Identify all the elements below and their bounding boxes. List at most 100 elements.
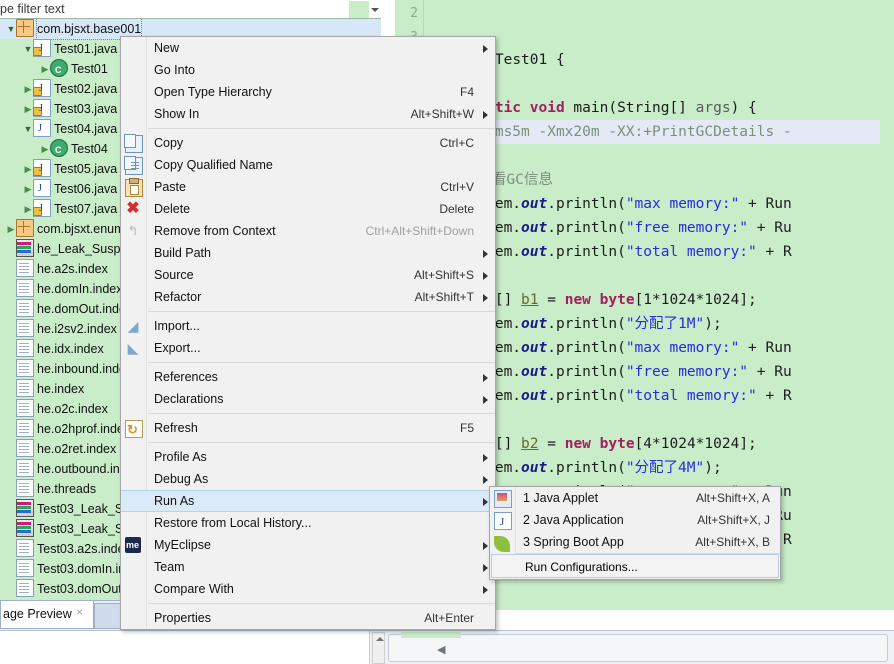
tree-item-label: he.idx.index [37, 342, 104, 356]
tree-expand-arrow-icon[interactable] [23, 159, 33, 179]
menu-separator [148, 362, 495, 363]
tree-item-label: he.o2hprof.index [37, 422, 131, 436]
tree-expand-arrow-icon[interactable] [23, 119, 33, 139]
submenu-arrow-icon [483, 498, 488, 506]
paste-icon [125, 178, 143, 197]
run-configurations-section: Run Configurations... [490, 553, 780, 578]
bottom-panel: ◀ [0, 630, 894, 664]
menu-item-label: 2 Java Application [523, 513, 624, 527]
menu-item-new[interactable]: New [121, 37, 495, 59]
menu-item-label: Refactor [154, 290, 202, 304]
menu-item-label: Go Into [154, 63, 195, 77]
bottom-left-pane [0, 631, 370, 664]
menu-item-import[interactable]: Import... [121, 315, 495, 337]
submenu-arrow-icon [483, 564, 488, 572]
menu-item-debug-as[interactable]: Debug As [121, 468, 495, 490]
tree-expand-arrow-icon[interactable] [23, 179, 33, 199]
run-as-submenu-item-list: 1 Java Applet Alt+Shift+X, A 2 Java Applic… [490, 487, 780, 553]
close-icon[interactable]: × [76, 606, 87, 618]
java-icon [33, 119, 51, 139]
java-warning-icon [33, 99, 51, 119]
menu-item-run-configurations[interactable]: Run Configurations... [491, 554, 779, 578]
menu-item-restore-from-local-history[interactable]: Restore from Local History... [121, 512, 495, 534]
menu-item-copy[interactable]: Copy Ctrl+C [121, 132, 495, 154]
tree-expand-arrow-icon[interactable] [6, 219, 16, 239]
tree-expand-arrow-icon[interactable] [40, 59, 50, 79]
tree-expand-arrow-icon[interactable] [23, 199, 33, 219]
submenu-arrow-icon [483, 396, 488, 404]
menu-item-label: Team [154, 560, 185, 574]
file-icon [16, 579, 34, 597]
java-warning-icon [33, 199, 51, 219]
menu-item-2-java-application[interactable]: 2 Java Application Alt+Shift+X, J [490, 509, 780, 533]
menu-item-references[interactable]: References [121, 366, 495, 388]
file-icon [16, 539, 34, 557]
menu-item-run-as[interactable]: Run As [121, 490, 495, 512]
menu-item-copy-qualified-name[interactable]: Copy Qualified Name [121, 154, 495, 176]
file-icon [16, 359, 34, 377]
menu-item-refresh[interactable]: Refresh F5 [121, 417, 495, 441]
menu-item-go-into[interactable]: Go Into [121, 59, 495, 81]
bottom-scroll-up-arrow-icon[interactable] [372, 632, 385, 664]
menu-item-label: Export... [154, 341, 201, 355]
spring-boot-icon [494, 536, 510, 552]
menu-item-shortcut: F4 [459, 85, 474, 99]
bottom-right-pane: ◀ [388, 632, 888, 662]
menu-item-label: Debug As [154, 472, 209, 486]
tab-label: age Preview [3, 607, 72, 621]
submenu-arrow-icon [483, 586, 488, 594]
submenu-arrow-icon [483, 476, 488, 484]
menu-item-3-spring-boot-app[interactable]: 3 Spring Boot App Alt+Shift+X, B [490, 531, 780, 553]
menu-item-label: Paste [154, 180, 186, 194]
menu-item-source[interactable]: Source Alt+Shift+S [121, 264, 495, 286]
menu-separator [148, 603, 495, 604]
tree-item-label: he.threads [37, 482, 97, 496]
menu-item-label: Declarations [154, 392, 224, 406]
menu-item-profile-as[interactable]: Profile As [121, 446, 495, 468]
menu-item-label: Delete [154, 202, 191, 216]
menu-item-export[interactable]: Export... [121, 337, 495, 359]
menu-item-properties[interactable]: Properties Alt+Enter [121, 607, 495, 629]
tree-expand-arrow-icon[interactable] [23, 99, 33, 119]
menu-item-label: Run As [154, 494, 195, 508]
tree-expand-arrow-icon[interactable] [6, 19, 16, 39]
menu-item-show-in[interactable]: Show In Alt+Shift+W [121, 103, 495, 125]
menu-item-build-path[interactable]: Build Path [121, 242, 495, 264]
menu-item-delete[interactable]: Delete Delete [121, 198, 495, 220]
tree-expand-arrow-icon[interactable] [23, 39, 33, 59]
menu-separator [148, 311, 495, 312]
menu-item-refactor[interactable]: Refactor Alt+Shift+T [121, 286, 495, 308]
menu-item-shortcut: Alt+Shift+X, J [697, 513, 770, 527]
editor-vertical-ruler[interactable] [880, 0, 894, 610]
run-as-submenu[interactable]: 1 Java Applet Alt+Shift+X, A 2 Java Applic… [489, 486, 781, 580]
file-icon [16, 479, 34, 497]
java-warning-icon [33, 39, 51, 59]
menu-item-myeclipse[interactable]: MyEclipse [121, 534, 495, 556]
tree-expand-arrow-icon[interactable] [40, 139, 50, 159]
package-icon [16, 219, 34, 237]
filter-dropdown-arrow-icon[interactable] [369, 1, 381, 18]
tab-page-preview[interactable]: age Preview × [0, 601, 94, 629]
zip-icon [16, 239, 34, 257]
menu-item-shortcut: Alt+Shift+S [413, 268, 474, 282]
tree-expand-arrow-icon[interactable] [23, 79, 33, 99]
menu-item-team[interactable]: Team [121, 556, 495, 578]
menu-item-compare-with[interactable]: Compare With [121, 578, 495, 600]
menu-item-label: Profile As [154, 450, 207, 464]
menu-item-shortcut: Alt+Enter [424, 611, 474, 625]
menu-item-paste[interactable]: Paste Ctrl+V [121, 176, 495, 198]
menu-item-declarations[interactable]: Declarations [121, 388, 495, 410]
menu-item-1-java-applet[interactable]: 1 Java Applet Alt+Shift+X, A [490, 487, 780, 509]
context-menu[interactable]: New Go Into Open Type Hierarchy F4 Show In Al… [120, 36, 496, 630]
menu-item-label: MyEclipse [154, 538, 211, 552]
tree-item-label: he.index [37, 382, 85, 396]
file-icon [16, 379, 34, 397]
menu-item-open-type-hierarchy[interactable]: Open Type Hierarchy F4 [121, 81, 495, 103]
tree-item-label: Test03.a2s.index [37, 542, 131, 556]
filter-text-input[interactable] [0, 0, 349, 18]
refresh-icon [125, 419, 143, 441]
line-number: 2 [410, 6, 418, 21]
collapse-left-arrow-icon[interactable]: ◀ [437, 643, 445, 656]
tree-item-label: he.domIn.index [37, 282, 123, 296]
menu-item-label: Show In [154, 107, 200, 121]
